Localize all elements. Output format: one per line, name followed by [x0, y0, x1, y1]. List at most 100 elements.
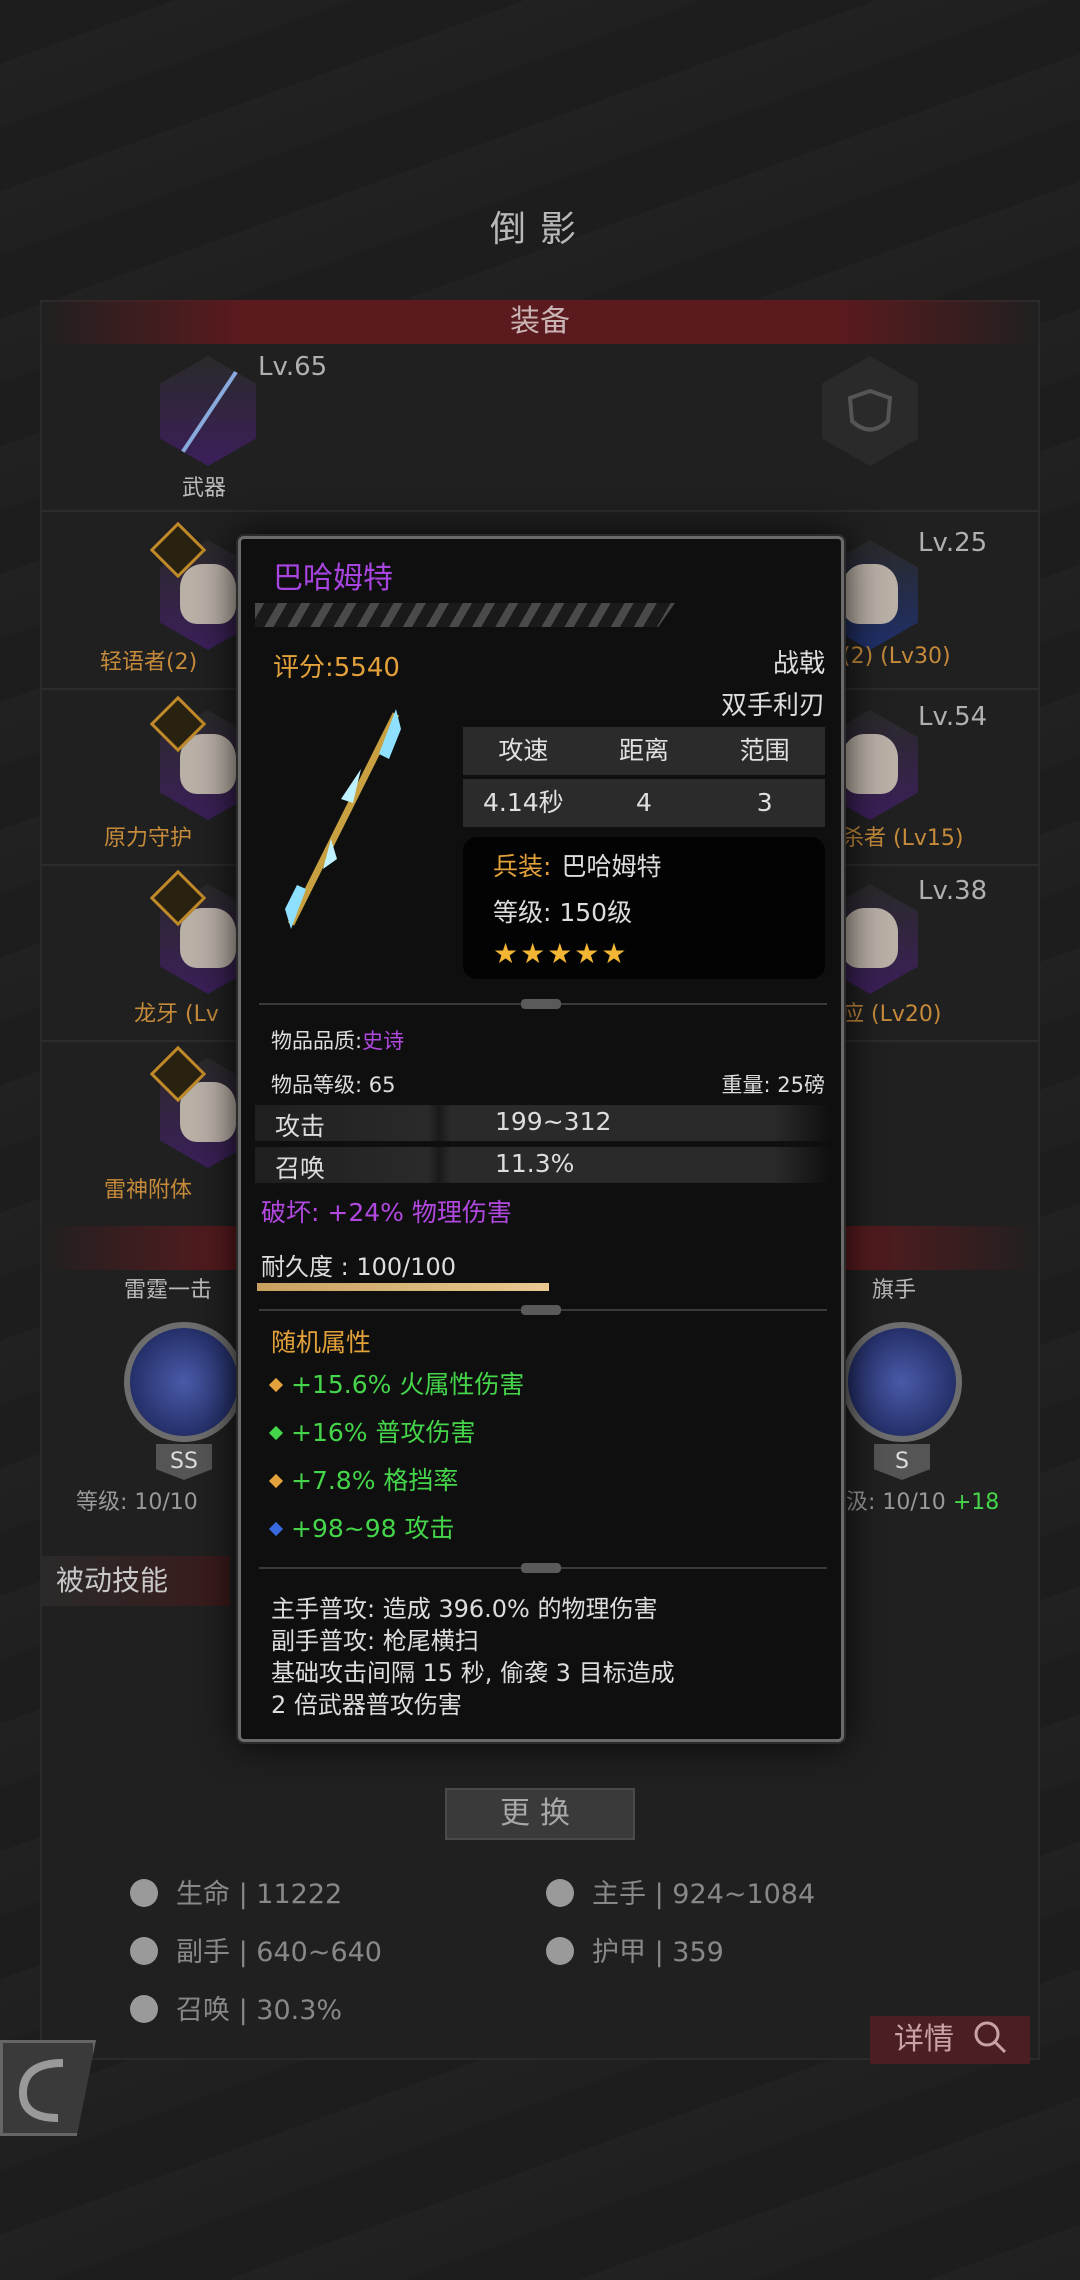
bracelet-icon: [842, 908, 898, 968]
heart-icon: [130, 1879, 158, 1907]
diamond-icon: [268, 1425, 284, 1441]
summon-value: 11.3%: [495, 1149, 575, 1178]
skill-right-bonus: +18: [952, 1490, 1000, 1515]
detail-button[interactable]: 详情: [870, 2016, 1030, 2064]
halberd-icon: [285, 709, 401, 929]
random-attr-1: +15.6% 火属性伤害: [268, 1365, 525, 1401]
skill-left-icon[interactable]: [124, 1322, 244, 1442]
soldier-value: 巴哈姆特: [561, 852, 662, 881]
slot-5-name: (2) (Lv30): [842, 644, 951, 669]
separator: |: [654, 1879, 664, 1910]
random-attr-4: +98~98 攻击: [268, 1509, 455, 1545]
quality-label: 物品品质:: [271, 1029, 363, 1053]
passive-skills-tab[interactable]: 被动技能: [40, 1556, 230, 1606]
separator: |: [238, 1995, 248, 2026]
slot-2-name: 原力守护: [104, 826, 193, 851]
armor-icon: [842, 564, 898, 624]
weapon-label: 武器: [182, 476, 227, 501]
item-subtype: 双手利刃: [720, 691, 825, 721]
slot-7-level: Lv.38: [918, 876, 988, 906]
slot-6-name: 杀者 (Lv15): [842, 826, 964, 851]
helmet-icon: [180, 564, 236, 624]
skill-left-name: 雷霆一击: [124, 1278, 213, 1303]
divider: [259, 999, 827, 1009]
break-effect: 破坏: +24% 物理伤害: [261, 1198, 512, 1227]
off-value: 640~640: [256, 1937, 382, 1968]
skill-right-level-text: 汲: 10/10: [846, 1490, 946, 1515]
soldier-box: 兵装: 巴哈姆特 等级: 150级 ★★★★★: [463, 837, 825, 979]
hp-stat: 生命 | 11222: [130, 1872, 342, 1911]
range-value: 4: [636, 788, 652, 817]
slot-6-level: Lv.54: [918, 702, 988, 732]
item-detail-popup[interactable]: 巴哈姆特 评分:5540 战戟 双手利刃 攻速 距离 范围 4.14秒 4 3 …: [238, 536, 844, 1742]
diamond-icon: [268, 1377, 284, 1393]
random-attr-4-text: +98~98 攻击: [291, 1514, 455, 1543]
off-hand-stat: 副手 | 640~640: [130, 1930, 382, 1969]
quality-line: 物品品质:史诗: [271, 1025, 404, 1055]
quality-value: 史诗: [362, 1029, 405, 1053]
summon-value: 30.3%: [256, 1995, 343, 2026]
attack-row: 攻击 199~312: [255, 1105, 831, 1141]
back-arrow-icon: [18, 2059, 64, 2122]
skill-right-level: 汲: 10/10 +18: [846, 1484, 999, 1516]
separator: |: [238, 1879, 248, 1910]
separator: |: [238, 1937, 248, 1968]
random-attr-2: +16% 普攻伤害: [268, 1413, 476, 1449]
soldier-line: 兵装: 巴哈姆特: [493, 847, 795, 883]
slot-1-name: 轻语者(2): [100, 650, 198, 675]
divider: [259, 1563, 827, 1573]
skill-right-name: 旗手: [872, 1278, 917, 1303]
armor-stat: 护甲 | 359: [546, 1930, 724, 1969]
skill-left-level: 等级: 10/10: [76, 1490, 198, 1515]
slot-5-level: Lv.25: [918, 528, 988, 558]
page-title: 倒影: [489, 209, 590, 250]
stat-table-values: 4.14秒 4 3: [463, 779, 825, 827]
slot-3-name: 龙牙 (Lv: [134, 1002, 219, 1027]
desc-line-4: 2 倍武器普攻伤害: [271, 1691, 462, 1719]
item-name: 巴哈姆特: [273, 561, 393, 596]
summon-stat: 召唤 | 30.3%: [130, 1988, 342, 2027]
durability-text: 耐久度 : 100/100: [261, 1253, 457, 1281]
main-label: 主手: [592, 1879, 646, 1910]
range-header: 距离: [619, 736, 670, 765]
equipment-header: 装备: [40, 300, 1040, 344]
desc-line-3: 基础攻击间隔 15 秒, 偷袭 3 目标造成: [271, 1659, 675, 1687]
diamond-icon: [268, 1521, 284, 1537]
skill-right-icon[interactable]: [842, 1322, 962, 1442]
soldier-level: 等级: 150级: [493, 898, 633, 927]
star-rating: ★★★★★: [493, 937, 629, 970]
summon-icon: [130, 1995, 158, 2023]
armor-label: 护甲: [592, 1937, 646, 1968]
item-type: 战戟: [772, 649, 825, 679]
sword-icon: [546, 1879, 574, 1907]
hp-value: 11222: [256, 1879, 343, 1910]
random-attr-3-text: +7.8% 格挡率: [291, 1466, 459, 1495]
item-score: 评分:5540: [273, 653, 400, 683]
attack-label: 攻击: [275, 1112, 326, 1141]
attack-speed-value: 4.14秒: [483, 788, 564, 817]
summon-label: 召唤: [176, 1995, 230, 2026]
area-header: 范围: [739, 736, 790, 765]
weapon-stat-table: 攻速 距离 范围 4.14秒 4 3: [463, 727, 825, 827]
diamond-icon: [268, 1473, 284, 1489]
item-level: 物品等级: 65: [271, 1073, 396, 1097]
hp-label: 生命: [176, 1879, 230, 1910]
title-decoration: [255, 603, 675, 627]
summon-row: 召唤 11.3%: [255, 1147, 831, 1183]
detail-label: 详情: [894, 2022, 954, 2057]
random-attr-2-text: +16% 普攻伤害: [291, 1418, 476, 1447]
attack-value: 199~312: [495, 1107, 612, 1136]
random-attr-1-text: +15.6% 火属性伤害: [291, 1370, 525, 1399]
random-attr-3: +7.8% 格挡率: [268, 1461, 459, 1497]
summon-label: 召唤: [275, 1154, 326, 1183]
change-button[interactable]: 更换: [445, 1788, 635, 1840]
random-attributes-title: 随机属性: [271, 1328, 372, 1357]
item-weight: 重量: 25磅: [721, 1073, 825, 1097]
armor-icon: [546, 1937, 574, 1965]
desc-line-1: 主手普攻: 造成 396.0% 的物理伤害: [271, 1595, 658, 1623]
main-value: 924~1084: [672, 1879, 816, 1910]
slot-7-name: 应 (Lv20): [842, 1002, 942, 1027]
soldier-key: 兵装:: [493, 852, 552, 881]
durability-bar: [257, 1283, 549, 1291]
desc-line-2: 副手普攻: 枪尾横扫: [271, 1627, 479, 1655]
